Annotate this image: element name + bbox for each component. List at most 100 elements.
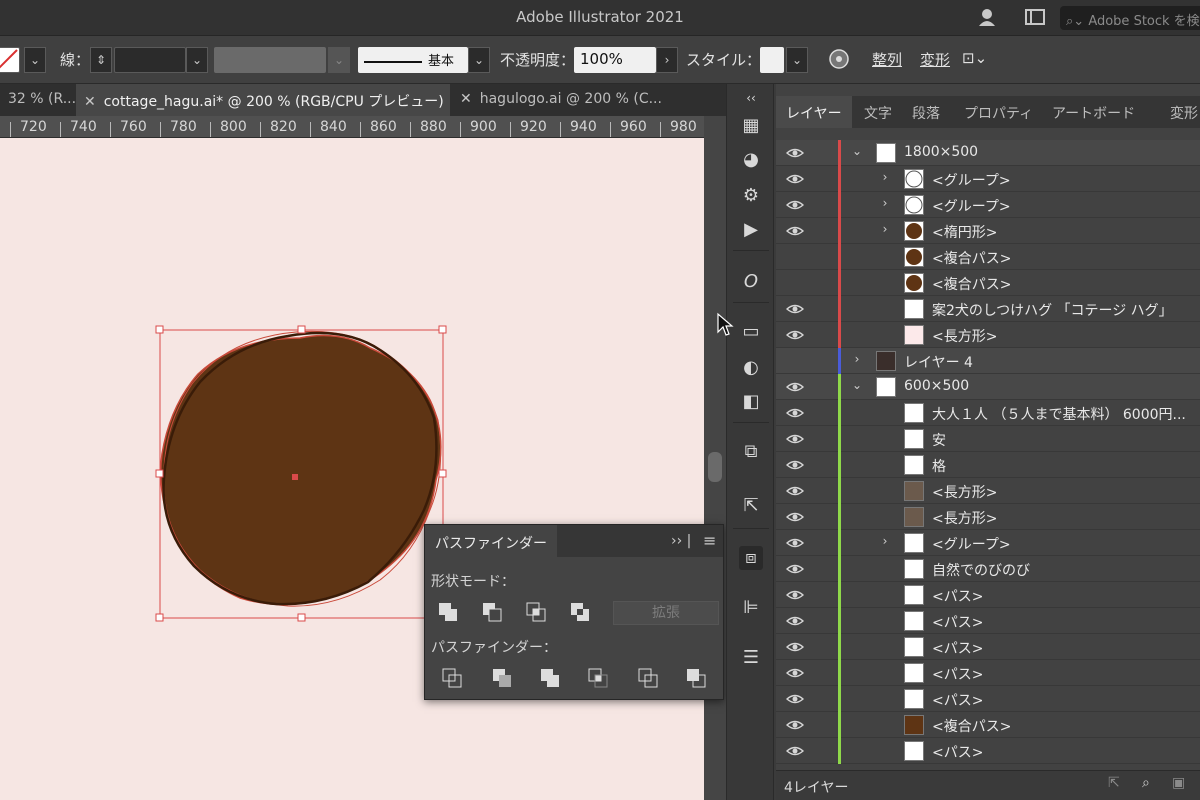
layer-row[interactable]: 大人１人 （５人まで基本料） 6000円... [776,400,1200,426]
export-selection-icon[interactable]: ⇱ [1108,775,1120,791]
appearance-icon[interactable]: ◧ [739,390,763,414]
layer-row[interactable]: › <グループ> [776,192,1200,218]
doc-tab-2[interactable]: ✕ cottage_hagu.ai* @ 200 % (RGB/CPU プレビュー… [76,84,450,116]
layers-tab-5[interactable]: 変形 [1160,96,1200,128]
style-swatch[interactable] [760,47,784,73]
handle-top-right[interactable] [438,325,447,334]
visibility-eye-icon[interactable] [785,586,805,604]
align-button[interactable]: 整列 [872,49,902,70]
intersect-icon[interactable] [525,601,547,623]
opacity-arrow[interactable]: › [656,47,678,73]
libraries-icon[interactable]: ▦ [739,114,763,138]
collapse-dock-icon[interactable]: ‹‹ [739,86,763,110]
visibility-eye-icon[interactable] [785,612,805,630]
layer-row[interactable]: 格 [776,452,1200,478]
layer-row[interactable]: 自然でのびのび [776,556,1200,582]
crop-icon[interactable] [587,667,609,689]
expand-button[interactable]: 拡張 [613,601,719,625]
search-icon[interactable]: ⌕ [1142,775,1150,791]
visibility-eye-icon[interactable] [785,560,805,578]
visibility-eye-icon[interactable] [786,274,804,292]
layer-row[interactable]: <パス> [776,686,1200,712]
visibility-eye-icon[interactable] [786,352,804,370]
layer-row[interactable]: <パス> [776,582,1200,608]
handle-mid-right[interactable] [438,469,447,478]
visibility-eye-icon[interactable] [785,742,805,760]
layer-row[interactable]: › <楕円形> [776,218,1200,244]
fill-swatch[interactable] [0,47,20,73]
visibility-eye-icon[interactable] [785,404,805,422]
layer-row[interactable]: 安 [776,426,1200,452]
layers-tab-3[interactable]: プロパティ [954,96,1043,128]
layers-tab-2[interactable]: 段落 [902,96,950,128]
unite-icon[interactable] [437,601,459,623]
color-guide-icon[interactable]: ◕ [739,148,763,172]
layer-row[interactable]: › <グループ> [776,530,1200,556]
visibility-eye-icon[interactable] [785,638,805,656]
doc-tab-1[interactable]: 32 % (R... [0,84,76,116]
pathfinder-icon[interactable]: ⧈ [739,546,763,570]
chevron-down-icon[interactable]: ⌄ [850,378,864,396]
collapse-icon[interactable]: ›› | [671,533,691,549]
visibility-eye-icon[interactable] [785,508,805,526]
panel-menu-icon[interactable]: ≡ [703,531,716,550]
merge-icon[interactable] [539,667,561,689]
trim-icon[interactable] [491,667,513,689]
pathfinder-tab[interactable]: パスファインダー [425,525,557,557]
handle-bottom-mid[interactable] [297,613,306,622]
menu-icon[interactable]: ☰ [739,646,763,670]
visibility-eye-icon[interactable] [785,378,805,396]
visibility-eye-icon[interactable] [785,456,805,474]
visibility-eye-icon[interactable] [785,196,805,214]
chevron-right-icon[interactable]: › [850,352,864,370]
chevron-right-icon[interactable]: › [878,534,892,552]
layer-row[interactable]: › レイヤー 4 [776,348,1200,374]
user-icon[interactable] [976,6,998,33]
layer-row[interactable]: <複合パス> [776,270,1200,296]
layer-row[interactable]: <長方形> [776,478,1200,504]
close-icon[interactable]: ✕ [84,94,96,110]
doc-tab-3[interactable]: ✕ hagulogo.ai @ 200 % (C... [452,84,674,116]
stroke-weight-stepper[interactable]: ⇕ [90,47,112,73]
recolor-icon[interactable] [828,48,850,74]
layer-row[interactable]: <パス> [776,608,1200,634]
visibility-eye-icon[interactable] [785,690,805,708]
visibility-eye-icon[interactable] [786,248,804,266]
transparency-icon[interactable]: ◐ [739,356,763,380]
fill-dropdown[interactable]: ⌄ [24,47,46,73]
variable-width-dropdown[interactable]: ⌄ [328,47,350,73]
layers-tab-4[interactable]: アートボード [1042,96,1145,128]
layer-row[interactable]: <パス> [776,738,1200,764]
minus-back-icon[interactable] [685,667,707,689]
visibility-eye-icon[interactable] [785,170,805,188]
workspace-icon[interactable] [1024,6,1046,33]
style-dropdown[interactable]: ⌄ [786,47,808,73]
minus-front-icon[interactable] [481,601,503,623]
gradient-icon[interactable]: ▭ [739,320,763,344]
stroke-weight-dropdown[interactable]: ⌄ [186,47,208,73]
variable-width-profile[interactable] [214,47,326,73]
layer-row[interactable]: <複合パス> [776,712,1200,738]
close-icon[interactable]: ✕ [460,91,472,107]
arrange-icon[interactable]: ⊡⌄ [962,49,987,67]
handle-top-mid[interactable] [297,325,306,334]
layer-row[interactable]: ⌄ 1800×500 [776,140,1200,166]
layer-row[interactable]: ⌄ 600×500 [776,374,1200,400]
play-icon[interactable]: ▶ [739,218,763,242]
layer-row[interactable]: <長方形> [776,322,1200,348]
visibility-eye-icon[interactable] [785,534,805,552]
layer-row[interactable]: <複合パス> [776,244,1200,270]
handle-mid-left[interactable] [155,469,164,478]
layer-row[interactable]: <パス> [776,634,1200,660]
brush-definition[interactable]: 基本 [358,47,468,73]
visibility-eye-icon[interactable] [785,430,805,448]
visibility-eye-icon[interactable] [785,716,805,734]
layer-row[interactable]: 案2犬のしつけハグ 「コテージ ハグ」 [776,296,1200,322]
chevron-right-icon[interactable]: › [878,222,892,240]
layer-row[interactable]: <長方形> [776,504,1200,530]
opacity-field[interactable]: 100% [574,47,656,73]
visibility-eye-icon[interactable] [785,144,805,162]
layers-tab-0[interactable]: レイヤー [776,96,852,128]
glyphs-icon[interactable]: O [739,270,763,294]
transform-button[interactable]: 変形 [920,49,950,70]
